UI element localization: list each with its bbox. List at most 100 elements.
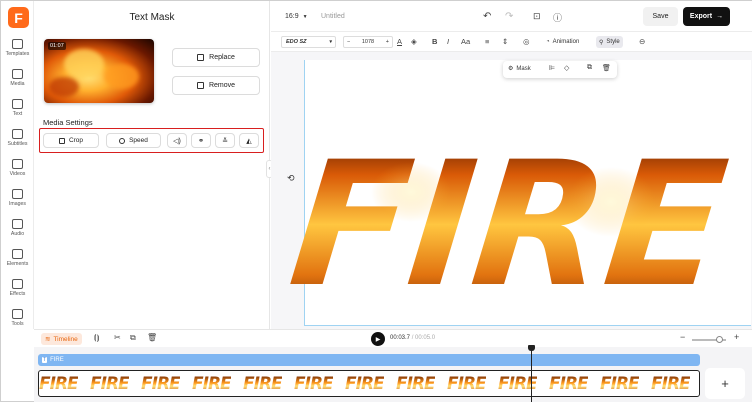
italic-icon[interactable]: I	[447, 37, 449, 46]
timecode: 00:03.7 / 00:05.0	[390, 335, 435, 341]
zoom-in-icon[interactable]: +	[734, 332, 739, 342]
scissors-icon[interactable]: ✂	[114, 333, 121, 342]
timeline-tab[interactable]: ≋ Timeline	[41, 333, 82, 345]
video-frame-text: FIRE	[345, 374, 385, 394]
video-frame-text: FIRE	[396, 374, 436, 394]
media-settings-heading: Media Settings	[43, 118, 93, 127]
mask-label: Mask	[516, 65, 531, 72]
project-title[interactable]: Untitled	[321, 13, 345, 20]
trash-icon	[196, 82, 204, 89]
text-color-icon[interactable]: A	[397, 37, 402, 46]
remove-button[interactable]: Remove	[172, 76, 260, 95]
style-icon: ⚲	[599, 39, 604, 46]
mask-button[interactable]: ⚙ Mask	[508, 65, 531, 73]
add-track-button[interactable]: +	[705, 368, 745, 399]
video-frame-text: FIRE	[141, 374, 181, 394]
animation-button[interactable]: ◔ Animation	[543, 36, 582, 48]
copy-icon[interactable]: ⧉	[130, 333, 136, 343]
timeline-tracks: T FIRE FIRE FIRE FIRE FIRE FIRE FIRE FIRE FIRE F…	[34, 347, 752, 402]
replace-label: Replace	[209, 54, 235, 61]
trash-icon[interactable]: 🗑	[147, 333, 157, 342]
video-track-clip[interactable]: FIRE FIRE FIRE FIRE FIRE FIRE FIRE FIRE FIRE FIRE…	[38, 370, 700, 397]
zoom-out-icon[interactable]: −	[680, 332, 685, 342]
flip-button[interactable]: ◭	[239, 133, 259, 148]
rail-item-media[interactable]: Media	[1, 69, 34, 97]
color-adjust-icon: ⚭	[198, 137, 204, 145]
canvas-area: ⟲ FIRE ⚙ Mask ⊫ ◇ ⧉ �	[271, 52, 752, 329]
rail-item-text[interactable]: Text	[1, 99, 34, 127]
spacing-icon[interactable]: ⇕	[502, 37, 508, 46]
timeline-tab-label: Timeline	[53, 335, 78, 343]
videos-icon	[12, 159, 23, 169]
rail-item-tools[interactable]: Tools	[1, 309, 34, 337]
animation-icon: ◔	[546, 39, 550, 45]
more-options-icon[interactable]: ⊖	[639, 37, 645, 46]
replace-button[interactable]: Replace	[172, 48, 260, 67]
duplicate-icon[interactable]: ⧉	[587, 64, 592, 72]
text-track-clip[interactable]: T FIRE	[38, 354, 700, 366]
floating-toolbar: ⚙ Mask ⊫ ◇ ⧉ 🗑	[503, 61, 617, 78]
speed-icon	[119, 137, 126, 144]
rail-item-templates[interactable]: Templates	[1, 39, 34, 67]
volume-button[interactable]: ◁)	[167, 133, 187, 148]
font-family-select[interactable]: EDO SZ ▾	[281, 36, 336, 48]
minus-icon[interactable]: −	[347, 37, 350, 47]
rail-item-elements[interactable]: Elements	[1, 249, 34, 277]
redo-icon[interactable]: ↷	[505, 11, 513, 22]
speed-button[interactable]: Speed	[106, 133, 161, 148]
font-size-stepper[interactable]: − 1078 +	[343, 36, 393, 48]
rail-item-images[interactable]: Images	[1, 189, 34, 217]
style-label: Style	[606, 39, 620, 45]
crop-button[interactable]: Crop	[43, 133, 99, 148]
play-button[interactable]: ▶	[371, 332, 385, 346]
layers-icon[interactable]: ◇	[564, 64, 569, 72]
video-frame-thumbnail: FIRE	[651, 374, 691, 394]
shape-icon[interactable]: ◎	[523, 37, 530, 46]
rail-item-label: Subtitles	[7, 141, 28, 147]
zoom-slider[interactable]	[692, 336, 726, 343]
screenshot-icon[interactable]: ⊡	[533, 11, 541, 22]
playhead[interactable]	[531, 348, 532, 402]
split-icon[interactable]: ⦗⦘	[94, 333, 99, 343]
help-icon[interactable]: ⓘ	[553, 11, 562, 24]
adjust-button[interactable]: ≚	[215, 133, 235, 148]
text-mask-panel: Text Mask 01:07 Replace Remove Media Set…	[34, 1, 270, 329]
rail-item-videos[interactable]: Videos	[1, 159, 34, 187]
align-icon[interactable]: ⊫	[549, 64, 555, 72]
font-size-value[interactable]: 1078	[362, 37, 374, 47]
bold-icon[interactable]: B	[432, 37, 437, 46]
fire-text-mask[interactable]: FIRE	[271, 52, 752, 329]
save-button[interactable]: Save	[643, 7, 678, 26]
export-button[interactable]: Export →	[683, 7, 730, 26]
video-frame-thumbnail: FIRE	[243, 374, 283, 394]
align-center-icon[interactable]: ≡	[485, 37, 489, 46]
highlight-color-icon[interactable]: ◈	[411, 37, 417, 46]
style-button[interactable]: ⚲ Style	[596, 36, 623, 48]
aspect-ratio-value: 16:9	[285, 13, 299, 20]
color-adjust-button[interactable]: ⚭	[191, 133, 211, 148]
chevron-down-icon: ▼	[302, 14, 308, 20]
delete-icon[interactable]: 🗑	[602, 64, 611, 72]
text-case-icon[interactable]: Aa	[461, 37, 470, 46]
undo-icon[interactable]: ↶	[483, 11, 491, 22]
play-icon: ▶	[375, 336, 381, 343]
app-logo[interactable]: F	[8, 7, 29, 28]
plus-icon[interactable]: +	[386, 37, 389, 47]
audio-icon	[12, 219, 23, 229]
rail-item-label: Effects	[9, 291, 26, 297]
playhead-handle[interactable]	[528, 345, 535, 351]
top-bar: 16:9 ▼ Untitled ↶ ↷ ⊡ ⓘ Save Export →	[271, 1, 752, 32]
media-settings-highlight: Crop Speed ◁) ⚭ ≚ ◭	[39, 128, 264, 153]
remove-label: Remove	[208, 82, 236, 89]
video-frame-thumbnail: FIRE	[141, 374, 181, 394]
video-frame-thumbnail: FIRE	[600, 374, 640, 394]
zoom-slider-knob[interactable]	[715, 336, 723, 343]
media-thumbnail[interactable]: 01:07	[44, 39, 154, 103]
rail-item-audio[interactable]: Audio	[1, 219, 34, 247]
rail-item-effects[interactable]: Effects	[1, 279, 34, 307]
rail-item-subtitles[interactable]: Subtitles	[1, 129, 34, 157]
video-frame-text: FIRE	[192, 374, 232, 394]
aspect-ratio-select[interactable]: 16:9 ▼	[285, 13, 308, 20]
volume-icon: ◁)	[173, 137, 181, 145]
plus-icon: +	[721, 376, 729, 391]
